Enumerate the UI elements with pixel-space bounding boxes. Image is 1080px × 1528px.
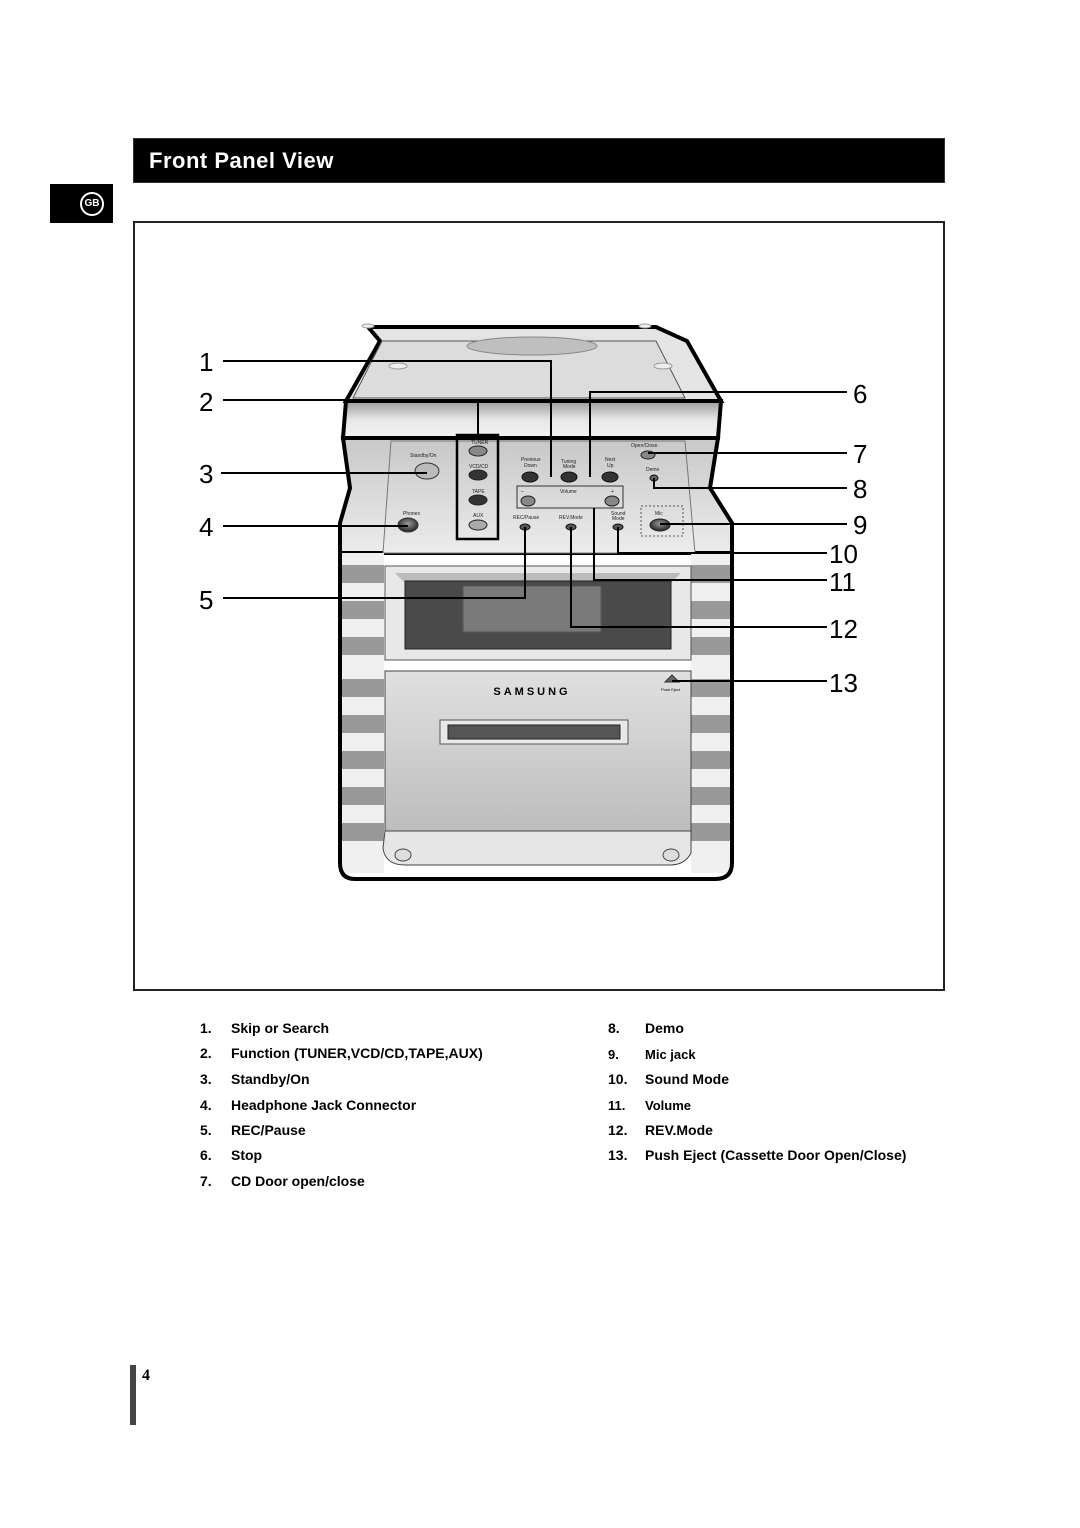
volume-down-button[interactable] [520,495,536,507]
cd-door [382,670,692,866]
aux-button[interactable] [468,519,488,531]
callout-4: 4 [199,512,214,542]
callout-8: 8 [853,474,868,504]
front-band [340,399,724,440]
callout-12: 12 [829,614,858,644]
callout-9: 9 [853,510,868,540]
phones-label: Phones [403,511,420,517]
callout-11: 11 [829,567,856,597]
vcdcd-label: VCD/CD [469,464,489,470]
tape-button[interactable] [468,494,488,506]
standby-label: Standby/On [410,453,437,459]
down-label: Down [524,463,537,469]
mode-label: Mode [563,464,576,470]
language-tab: GB [50,184,113,223]
callout-3: 3 [199,459,214,489]
sound-mode-label: Mode [612,516,625,522]
standby-button[interactable] [414,462,440,480]
open-close-label: Open/Close [631,443,658,449]
demo-label: Demo [646,467,660,473]
mic-label: Mic [655,511,663,517]
page-number-bar [130,1365,136,1425]
tuner-button[interactable] [468,445,488,457]
section-title-bar: Front Panel View [133,138,945,183]
volume-plus-label: + [611,489,614,495]
callout-6: 6 [853,379,868,409]
device-illustration: SAMSUNG Push Eject Standby/On Phones TUN… [221,323,847,881]
tape-label: TAPE [472,489,485,495]
callout-13: 13 [829,668,858,698]
page-title: Front Panel View [149,148,334,173]
gb-language-badge: GB [80,192,104,216]
page-number: 4 [142,1367,150,1384]
rev-mode-label: REV.Mode [559,515,583,521]
callout-5: 5 [199,585,214,615]
rec-pause-label: REC/Pause [513,515,539,521]
callout-2: 2 [199,387,214,417]
volume-minus-label: – [521,489,524,495]
brand-logo: SAMSUNG [493,686,570,698]
front-panel-figure: SAMSUNG Push Eject Standby/On Phones TUN… [133,221,945,991]
push-eject-label: Push Eject [661,687,681,692]
previous-down-button[interactable] [521,471,539,483]
callout-10: 10 [829,539,858,569]
volume-up-button[interactable] [604,495,620,507]
tuning-mode-button[interactable] [560,471,578,483]
volume-label: Volume [560,489,577,495]
up-label: Up [607,463,614,469]
vcdcd-button[interactable] [468,469,488,481]
aux-label: AUX [473,513,484,519]
callout-1: 1 [199,347,214,377]
callout-7: 7 [853,439,868,469]
next-up-button[interactable] [601,471,619,483]
device-top [342,323,725,403]
tuner-label: TUNER [471,440,489,446]
